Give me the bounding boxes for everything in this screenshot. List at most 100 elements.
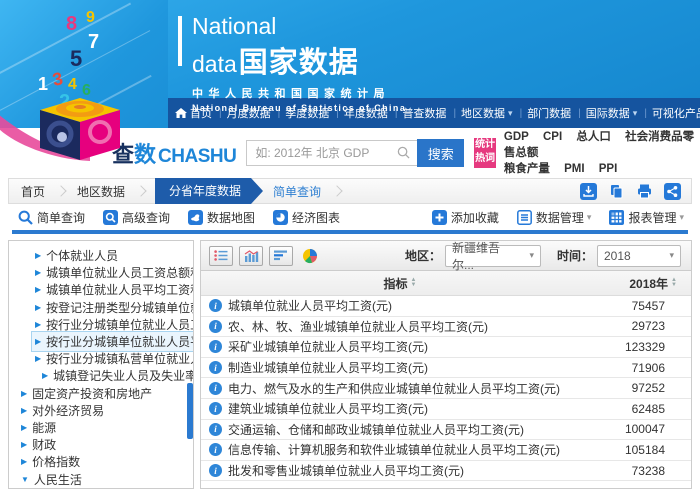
- row-value: 73238: [632, 464, 691, 478]
- breadcrumb-home[interactable]: 首页: [21, 183, 45, 200]
- horizontal-bar-view-icon: [274, 250, 288, 261]
- table-view-button[interactable]: [209, 246, 233, 266]
- copy-icon[interactable]: [608, 183, 625, 200]
- tree-collapsed-icon: [21, 389, 27, 398]
- tree-item[interactable]: 城镇单位就业人员工资总额和指数: [9, 264, 193, 281]
- row-value: 29723: [632, 319, 691, 333]
- search-button[interactable]: 搜索: [417, 139, 464, 167]
- tree-item-expanded[interactable]: 人民生活: [9, 470, 193, 487]
- table-row: i采矿业城镇单位就业人员平均工资(元)123329: [201, 337, 691, 358]
- search-icon: [397, 146, 410, 159]
- svg-text:3: 3: [51, 68, 65, 90]
- hot-words: GDP CPI 总人口 社会消费品零售总额 粮食产量 PMI PPI: [504, 129, 700, 177]
- tree-collapsed-icon: [35, 337, 41, 346]
- tree-item[interactable]: 按行业分城镇私营单位就业人员平均工资: [9, 350, 193, 367]
- tree-collapsed-icon: [35, 354, 41, 363]
- tree-item[interactable]: 城镇单位就业人员平均工资和指数: [9, 281, 193, 298]
- bar-chart-view-button[interactable]: [239, 246, 263, 266]
- query-toolbar: 简单查询 高级查询 数据地图 经济图表 添加收藏 数据管理 报表管理: [8, 204, 692, 230]
- tree-item[interactable]: 财政: [9, 436, 193, 453]
- hot-word[interactable]: 粮食产量: [504, 163, 550, 175]
- time-filter-label: 时间：: [557, 247, 593, 264]
- logo-panel: 8 9 7 5 1 3 4 6 2: [0, 0, 168, 128]
- nav-item-international[interactable]: 国际数据: [572, 105, 638, 121]
- data-map-tab[interactable]: 数据地图: [188, 209, 255, 226]
- row-value: 75457: [632, 299, 691, 313]
- hot-word[interactable]: PPI: [599, 163, 618, 175]
- svg-text:7: 7: [88, 31, 99, 53]
- download-icon[interactable]: [580, 183, 597, 200]
- chevron-down-icon: ▾: [661, 250, 674, 261]
- table-view-icon: [214, 250, 228, 261]
- sidebar-scrollbar[interactable]: [187, 383, 193, 439]
- map-icon: [188, 210, 203, 225]
- pie-chart-view-icon: [302, 248, 318, 264]
- info-icon[interactable]: i: [209, 361, 222, 374]
- tree-item[interactable]: 城镇登记失业人员及失业率: [9, 367, 193, 384]
- table-row: i农、林、牧、渔业城镇单位就业人员平均工资(元)29723: [201, 317, 691, 338]
- breadcrumb-region[interactable]: 地区数据: [77, 183, 125, 200]
- info-icon[interactable]: i: [209, 299, 222, 312]
- tree-item[interactable]: 能源: [9, 419, 193, 436]
- region-filter-label: 地区：: [405, 247, 441, 264]
- horizontal-bar-view-button[interactable]: [269, 246, 293, 266]
- table-row: i制造业城镇单位就业人员平均工资(元)71906: [201, 358, 691, 379]
- subtitle-cn: 中华人民共和国国家统计局: [192, 85, 406, 101]
- title-divider: [178, 16, 182, 66]
- data-manage-button[interactable]: 数据管理: [517, 209, 592, 226]
- table-row: i城镇单位就业人员平均工资(元)75457: [201, 296, 691, 317]
- info-icon[interactable]: i: [209, 423, 222, 436]
- tree-collapsed-icon: [35, 251, 41, 260]
- row-value: 62485: [632, 402, 691, 416]
- info-icon[interactable]: i: [209, 320, 222, 333]
- tree-collapsed-icon: [35, 303, 41, 312]
- hot-word[interactable]: 总人口: [576, 131, 611, 143]
- share-icon[interactable]: [664, 183, 681, 200]
- nav-item-visualization[interactable]: 可视化产品: [638, 105, 700, 121]
- nav-item-regional[interactable]: 地区数据: [447, 105, 513, 121]
- print-icon[interactable]: [636, 183, 653, 200]
- table-row: i建筑业城镇单位就业人员平均工资(元)62485: [201, 399, 691, 420]
- sort-icon[interactable]: ▲▼: [671, 278, 677, 288]
- info-icon[interactable]: i: [209, 340, 222, 353]
- nav-item-department[interactable]: 部门数据: [514, 105, 573, 121]
- sort-icon[interactable]: ▲▼: [411, 278, 417, 288]
- tree-item[interactable]: 固定资产投资和房地产: [9, 385, 193, 402]
- data-panel: 地区： 新疆维吾尔... ▾ 时间： 2018 ▾ 指标 ▲▼ 2018年 ▲▼…: [200, 240, 692, 489]
- simple-query-tab[interactable]: 简单查询: [18, 209, 85, 226]
- tree-item[interactable]: 个体就业人员: [9, 247, 193, 264]
- tree-item[interactable]: 价格指数: [9, 453, 193, 470]
- svg-text:6: 6: [82, 82, 91, 99]
- hot-word[interactable]: PMI: [564, 163, 584, 175]
- hot-word[interactable]: CPI: [543, 131, 562, 143]
- region-select[interactable]: 新疆维吾尔... ▾: [445, 245, 541, 267]
- breadcrumb-simple-query[interactable]: 简单查询: [273, 183, 321, 200]
- plus-icon: [432, 210, 447, 225]
- tree-item-selected[interactable]: 按行业分城镇单位就业人员平均工资: [9, 333, 193, 350]
- pie-chart-view-button[interactable]: [299, 247, 321, 265]
- report-manage-icon: [609, 210, 624, 225]
- add-favorite-button[interactable]: 添加收藏: [432, 209, 499, 226]
- tree-collapsed-icon: [21, 440, 27, 449]
- hot-word[interactable]: GDP: [504, 131, 529, 143]
- table-header: 指标 ▲▼ 2018年 ▲▼: [201, 271, 691, 296]
- breadcrumb-separator-icon: [55, 185, 66, 196]
- bar-chart-view-icon: [244, 250, 259, 262]
- time-select[interactable]: 2018 ▾: [597, 245, 681, 267]
- tree-item[interactable]: 按登记注册类型分城镇单位就业人员平均工资: [9, 299, 193, 316]
- search-input[interactable]: [246, 140, 417, 166]
- econ-chart-tab[interactable]: 经济图表: [273, 209, 340, 226]
- breadcrumb: 首页 地区数据 分省年度数据 简单查询: [8, 178, 692, 204]
- info-icon[interactable]: i: [209, 382, 222, 395]
- chart-icon: [273, 210, 288, 225]
- breadcrumb-active[interactable]: 分省年度数据: [155, 178, 251, 204]
- info-icon[interactable]: i: [209, 464, 222, 477]
- row-value: 105184: [625, 443, 691, 457]
- info-icon[interactable]: i: [209, 443, 222, 456]
- tree-item[interactable]: 对外经济贸易: [9, 402, 193, 419]
- info-icon[interactable]: i: [209, 402, 222, 415]
- indicator-column-header: 指标: [384, 275, 408, 292]
- advanced-query-tab[interactable]: 高级查询: [103, 209, 170, 226]
- title-cn: 国家数据: [239, 39, 359, 81]
- report-manage-button[interactable]: 报表管理: [609, 209, 684, 226]
